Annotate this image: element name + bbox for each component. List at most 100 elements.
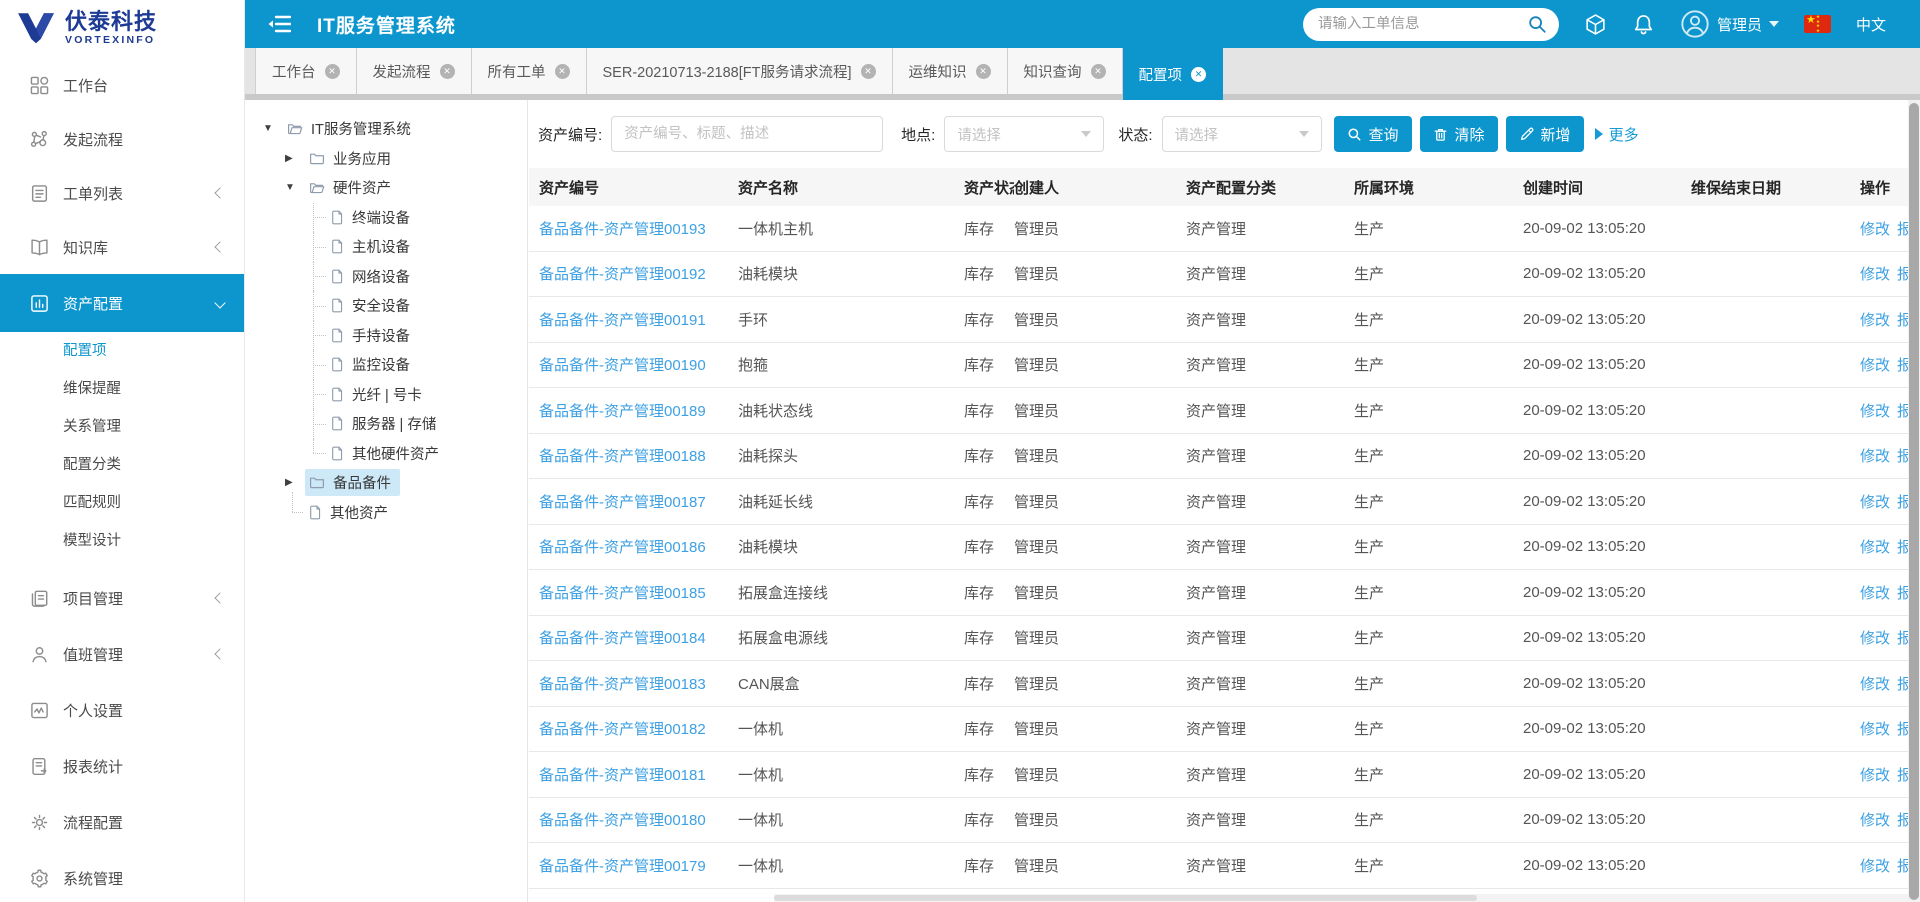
- horizontal-scrollbar-thumb[interactable]: [774, 895, 1477, 901]
- sidebar-item-monitor[interactable]: 个人设置: [0, 682, 244, 738]
- language-switch[interactable]: 中文: [1856, 14, 1886, 35]
- tab[interactable]: 发起流程 ✕: [357, 48, 472, 94]
- edit-link[interactable]: 修改: [1860, 630, 1890, 647]
- status-select[interactable]: 请选择: [1162, 116, 1322, 152]
- more-button[interactable]: 更多: [1595, 124, 1639, 145]
- vertical-scrollbar[interactable]: [1908, 100, 1920, 902]
- scrap-link[interactable]: 报废: [1897, 676, 1908, 693]
- sidebar-item-chart[interactable]: 资产配置: [0, 274, 244, 332]
- edit-link[interactable]: 修改: [1860, 403, 1890, 420]
- sidebar-item-flow[interactable]: 发起流程: [0, 112, 244, 166]
- clear-button[interactable]: 清除: [1420, 116, 1498, 152]
- tree-node[interactable]: 主机设备: [245, 232, 527, 262]
- edit-link[interactable]: 修改: [1860, 812, 1890, 829]
- edit-link[interactable]: 修改: [1860, 448, 1890, 465]
- china-flag-icon[interactable]: ★ ★ ★ ★ ★: [1804, 15, 1831, 33]
- tab[interactable]: 配置项 ✕: [1123, 48, 1224, 100]
- tab[interactable]: 运维知识 ✕: [893, 48, 1008, 94]
- scrap-link[interactable]: 报废: [1897, 767, 1908, 784]
- tree-caret-icon[interactable]: ▶: [285, 477, 298, 488]
- scrap-link[interactable]: 报废: [1897, 357, 1908, 374]
- tree-node[interactable]: 监控设备: [245, 350, 527, 380]
- sidebar-subitem[interactable]: 配置分类: [0, 446, 244, 484]
- sidebar-item-doc-list[interactable]: 工单列表: [0, 166, 244, 220]
- sidebar-item-doc-copy[interactable]: 项目管理: [0, 570, 244, 626]
- scrap-link[interactable]: 报废: [1897, 585, 1908, 602]
- edit-link[interactable]: 修改: [1860, 767, 1890, 784]
- tab[interactable]: SER-20210713-2188[FT服务请求流程] ✕: [587, 48, 893, 94]
- tree-node[interactable]: 服务器 | 存储: [245, 409, 527, 439]
- tree-caret-icon[interactable]: ▶: [285, 153, 298, 164]
- tree-node[interactable]: ▼ 硬件资产: [245, 173, 527, 203]
- bell-icon[interactable]: [1632, 13, 1655, 36]
- package-cube-icon[interactable]: [1584, 13, 1607, 36]
- edit-link[interactable]: 修改: [1860, 721, 1890, 738]
- tree-node[interactable]: ▼ IT服务管理系统: [245, 114, 527, 144]
- cell-asset-no[interactable]: 备品备件-资产管理00188: [539, 445, 738, 466]
- scrap-link[interactable]: 报废: [1897, 858, 1908, 875]
- tab[interactable]: 所有工单 ✕: [472, 48, 587, 94]
- tab-close-icon[interactable]: ✕: [861, 64, 876, 79]
- edit-link[interactable]: 修改: [1860, 539, 1890, 556]
- horizontal-scrollbar[interactable]: [774, 894, 1908, 902]
- edit-link[interactable]: 修改: [1860, 357, 1890, 374]
- tree-caret-icon[interactable]: ▼: [285, 182, 298, 193]
- asset-no-input[interactable]: [611, 116, 883, 152]
- tab-close-icon[interactable]: ✕: [976, 64, 991, 79]
- cell-asset-no[interactable]: 备品备件-资产管理00192: [539, 263, 738, 284]
- scrap-link[interactable]: 报废: [1897, 312, 1908, 329]
- tree-node[interactable]: 其他硬件资产: [245, 439, 527, 469]
- cell-asset-no[interactable]: 备品备件-资产管理00190: [539, 354, 738, 375]
- cell-asset-no[interactable]: 备品备件-资产管理00187: [539, 491, 738, 512]
- tree-caret-icon[interactable]: ▼: [263, 123, 276, 134]
- sidebar-item-person[interactable]: 值班管理: [0, 626, 244, 682]
- user-menu[interactable]: 管理员: [1680, 9, 1779, 39]
- add-button[interactable]: 新增: [1506, 116, 1584, 152]
- cell-asset-no[interactable]: 备品备件-资产管理00183: [539, 673, 738, 694]
- sidebar-item-grid[interactable]: 工作台: [0, 58, 244, 112]
- sidebar-item-gear-flow[interactable]: 流程配置: [0, 794, 244, 850]
- scrap-link[interactable]: 报废: [1897, 630, 1908, 647]
- cell-asset-no[interactable]: 备品备件-资产管理00182: [539, 718, 738, 739]
- vertical-scrollbar-thumb[interactable]: [1909, 103, 1919, 900]
- tree-node[interactable]: 终端设备: [245, 203, 527, 233]
- sidebar-item-book[interactable]: 知识库: [0, 220, 244, 274]
- cell-asset-no[interactable]: 备品备件-资产管理00181: [539, 764, 738, 785]
- cell-asset-no[interactable]: 备品备件-资产管理00186: [539, 536, 738, 557]
- tree-node[interactable]: 安全设备: [245, 291, 527, 321]
- location-select[interactable]: 请选择: [944, 116, 1104, 152]
- edit-link[interactable]: 修改: [1860, 858, 1890, 875]
- cell-asset-no[interactable]: 备品备件-资产管理00179: [539, 855, 738, 876]
- edit-link[interactable]: 修改: [1860, 676, 1890, 693]
- search-button[interactable]: 查询: [1334, 116, 1412, 152]
- sidebar-subitem[interactable]: 关系管理: [0, 408, 244, 446]
- sidebar-subitem[interactable]: 配置项: [0, 332, 244, 370]
- scrap-link[interactable]: 报废: [1897, 266, 1908, 283]
- tree-node[interactable]: ▶ 备品备件: [245, 468, 527, 498]
- menu-collapse-icon[interactable]: [267, 13, 293, 35]
- edit-link[interactable]: 修改: [1860, 312, 1890, 329]
- tree-node[interactable]: 其他资产: [245, 498, 527, 528]
- tab-close-icon[interactable]: ✕: [1191, 67, 1206, 82]
- tree-node[interactable]: 网络设备: [245, 262, 527, 292]
- edit-link[interactable]: 修改: [1860, 221, 1890, 238]
- tree-node[interactable]: ▶ 业务应用: [245, 144, 527, 174]
- edit-link[interactable]: 修改: [1860, 266, 1890, 283]
- cell-asset-no[interactable]: 备品备件-资产管理00184: [539, 627, 738, 648]
- sidebar-subitem[interactable]: 模型设计: [0, 522, 244, 560]
- scrap-link[interactable]: 报废: [1897, 221, 1908, 238]
- cell-asset-no[interactable]: 备品备件-资产管理00185: [539, 582, 738, 603]
- tab-close-icon[interactable]: ✕: [440, 64, 455, 79]
- scrap-link[interactable]: 报废: [1897, 812, 1908, 829]
- edit-link[interactable]: 修改: [1860, 494, 1890, 511]
- cell-asset-no[interactable]: 备品备件-资产管理00189: [539, 400, 738, 421]
- scrap-link[interactable]: 报废: [1897, 403, 1908, 420]
- cell-asset-no[interactable]: 备品备件-资产管理00191: [539, 309, 738, 330]
- tab[interactable]: 工作台 ✕: [255, 48, 357, 94]
- tab-close-icon[interactable]: ✕: [555, 64, 570, 79]
- sidebar-subitem[interactable]: 维保提醒: [0, 370, 244, 408]
- scrap-link[interactable]: 报废: [1897, 448, 1908, 465]
- tree-node[interactable]: 光纤 | 号卡: [245, 380, 527, 410]
- search-icon[interactable]: [1527, 14, 1547, 34]
- cell-asset-no[interactable]: 备品备件-资产管理00193: [539, 218, 738, 239]
